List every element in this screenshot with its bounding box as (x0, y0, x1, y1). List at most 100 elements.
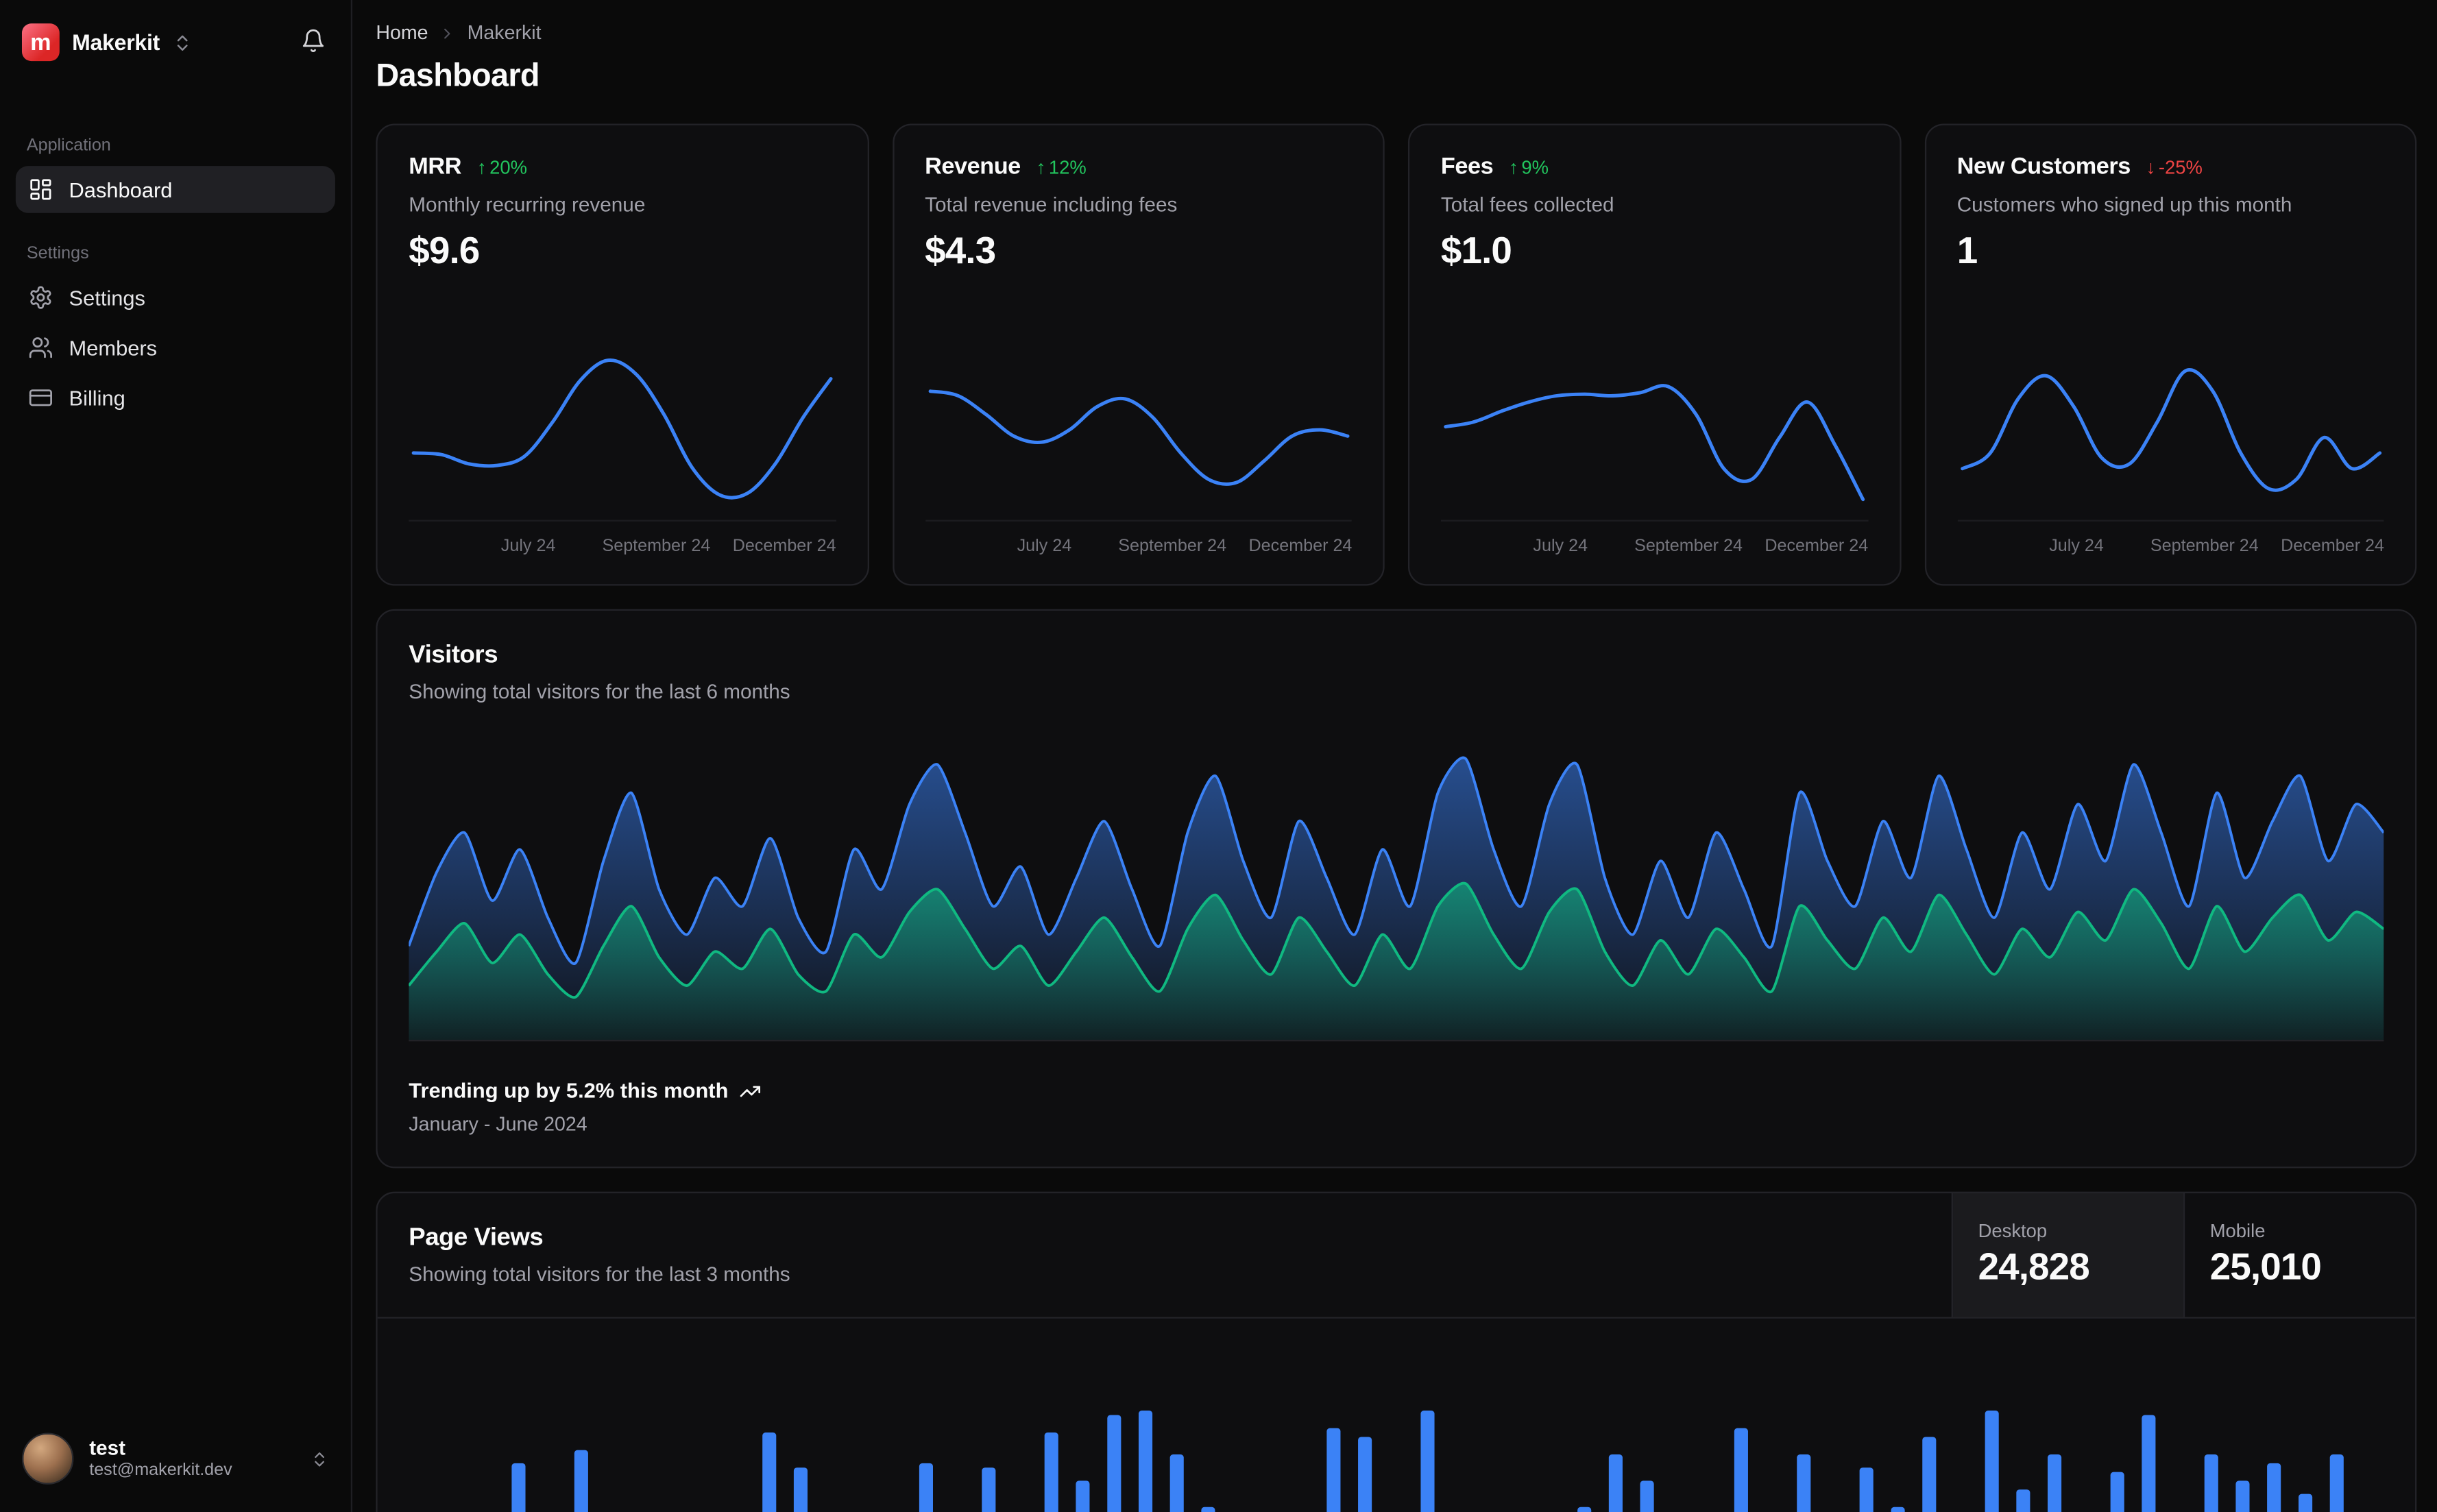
stat-subtitle: Total fees collected (1440, 193, 1614, 217)
nav-section-label-settings: Settings (26, 244, 89, 263)
desktop-toggle[interactable]: Desktop 24,828 (1951, 1193, 2183, 1317)
toggle-value: 25,010 (2209, 1246, 2322, 1289)
notifications-bell-icon[interactable] (295, 21, 332, 64)
x-tick: December 24 (2281, 537, 2385, 557)
x-tick: December 24 (1248, 537, 1353, 557)
trend-badge: ↑ 12% (1036, 156, 1087, 178)
stat-title: MRR (409, 153, 461, 180)
stat-title: Fees (1440, 153, 1494, 180)
stat-value: $9.6 (409, 230, 480, 273)
x-axis-labels: July 24 September 24 December 24 (1957, 534, 2384, 565)
makerkit-logo: m (21, 23, 60, 62)
toggle-label: Desktop (1978, 1219, 2048, 1242)
breadcrumb-home[interactable]: Home (376, 22, 428, 44)
sidebar-item-label: Settings (69, 285, 145, 310)
stat-card-new-customers: New Customers ↓ -25% Customers who signe… (1924, 123, 2417, 586)
trending-up-icon (739, 1080, 761, 1101)
visitors-title: Visitors (409, 642, 498, 669)
gear-icon (28, 285, 53, 310)
stats-grid: MRR ↑ 20% Monthly recurring revenue $9.6… (376, 123, 2417, 586)
members-icon (28, 335, 53, 361)
stat-value: $4.3 (925, 230, 996, 273)
x-tick: July 24 (2049, 537, 2104, 557)
page-views-bar-chart (409, 1341, 2384, 1512)
billing-icon (28, 385, 53, 411)
visitors-subtitle: Showing total visitors for the last 6 mo… (409, 679, 790, 703)
x-tick: September 24 (1634, 537, 1743, 557)
chevrons-up-down-icon (310, 1449, 328, 1467)
visitors-period: January - June 2024 (409, 1113, 587, 1136)
breadcrumb-current: Makerkit (467, 21, 542, 44)
visitors-footer: Trending up by 5.2% this month January -… (409, 1079, 2384, 1135)
stat-card-mrr: MRR ↑ 20% Monthly recurring revenue $9.6… (376, 123, 869, 586)
main-content: Home Makerkit Dashboard MRR ↑ 20% Monthl… (352, 0, 2437, 1512)
logo-letter: m (30, 29, 51, 56)
workspace-name: Makerkit (72, 29, 160, 55)
page-views-title: Page Views (409, 1224, 544, 1252)
user-email: test@makerkit.dev (89, 1461, 232, 1480)
sidebar-item-billing[interactable]: Billing (16, 374, 335, 422)
user-menu[interactable]: test test@makerkit.dev (16, 1426, 335, 1491)
user-meta: test test@makerkit.dev (89, 1435, 294, 1483)
sidebar-item-label: Billing (69, 386, 125, 410)
sidebar-item-dashboard[interactable]: Dashboard (15, 166, 335, 213)
x-tick: July 24 (1017, 537, 1072, 557)
x-tick: July 24 (500, 537, 556, 557)
visitors-card: Visitors Showing total visitors for the … (376, 609, 2417, 1169)
stat-card-fees: Fees ↑ 9% Total fees collected $1.0 July… (1407, 123, 1901, 586)
stat-card-revenue: Revenue ↑ 12% Total revenue including fe… (892, 123, 1385, 586)
arrow-up-icon: ↑ (476, 156, 487, 178)
workspace-row: m Makerkit (16, 21, 335, 64)
page-views-card: Page Views Showing total visitors for th… (376, 1191, 2417, 1512)
stat-subtitle: Customers who signed up this month (1956, 193, 2292, 217)
page-views-subtitle: Showing total visitors for the last 3 mo… (409, 1262, 790, 1286)
breadcrumb: Home Makerkit (376, 22, 2416, 44)
stat-value: 1 (1956, 230, 1978, 273)
revenue-sparkline-chart (925, 340, 1352, 522)
stat-subtitle: Total revenue including fees (925, 193, 1178, 217)
visitors-area-chart (409, 744, 2384, 1042)
stat-title: New Customers (1956, 153, 2131, 180)
x-tick: December 24 (1765, 537, 1869, 557)
x-axis-labels: July 24 September 24 December 24 (409, 534, 836, 565)
page-views-toggles: Desktop 24,828 Mobile 25,010 (1951, 1193, 2415, 1317)
trend-badge: ↑ 9% (1509, 156, 1549, 178)
dashboard-icon (28, 177, 53, 202)
toggle-label: Mobile (2209, 1219, 2266, 1242)
mrr-sparkline-chart (409, 340, 836, 522)
sidebar-item-label: Members (69, 336, 158, 360)
nav-section-label-application: Application (26, 136, 111, 156)
trend-badge: ↓ -25% (2146, 156, 2203, 178)
x-tick: September 24 (1118, 537, 1227, 557)
chevron-right-icon (439, 24, 457, 41)
user-name: test (89, 1435, 126, 1459)
sidebar: m Makerkit Application Dashboard Setting… (0, 0, 353, 1512)
stat-title: Revenue (925, 153, 1021, 180)
x-tick: September 24 (2150, 537, 2259, 557)
x-tick: July 24 (1533, 537, 1588, 557)
x-tick: December 24 (732, 537, 836, 557)
sidebar-item-settings[interactable]: Settings (16, 274, 335, 321)
mobile-toggle[interactable]: Mobile 25,010 (2183, 1193, 2415, 1317)
user-avatar (21, 1432, 74, 1485)
arrow-up-icon: ↑ (1036, 156, 1046, 178)
trend-badge: ↑ 20% (476, 156, 528, 178)
sidebar-item-members[interactable]: Members (16, 324, 335, 371)
x-axis-labels: July 24 September 24 December 24 (1441, 534, 1868, 565)
page-views-header: Page Views Showing total visitors for th… (377, 1193, 2416, 1319)
page-title: Dashboard (376, 58, 539, 95)
stat-value: $1.0 (1440, 230, 1512, 273)
arrow-down-icon: ↓ (2146, 156, 2156, 178)
new-customers-sparkline-chart (1956, 340, 2384, 522)
arrow-up-icon: ↑ (1509, 156, 1518, 178)
sidebar-nav: Application Dashboard Settings Settings … (15, 64, 335, 1427)
stat-subtitle: Monthly recurring revenue (409, 193, 646, 217)
chevrons-up-down-icon (172, 32, 193, 53)
fees-sparkline-chart (1440, 340, 1868, 522)
toggle-value: 24,828 (1978, 1246, 2090, 1289)
x-tick: September 24 (602, 537, 711, 557)
sidebar-item-label: Dashboard (69, 178, 173, 202)
workspace-selector[interactable]: m Makerkit (19, 21, 195, 64)
x-axis-labels: July 24 September 24 December 24 (925, 534, 1353, 565)
visitors-trend-text: Trending up by 5.2% this month (409, 1079, 729, 1103)
